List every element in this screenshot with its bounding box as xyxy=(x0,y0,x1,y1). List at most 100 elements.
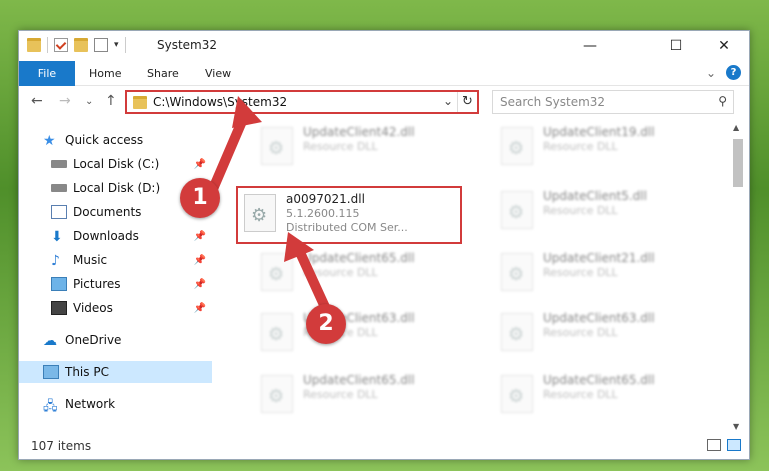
pin-icon[interactable]: 📌 xyxy=(194,255,206,266)
highlighted-file-item[interactable]: a0097021.dll 5.1.2600.115 Distributed CO… xyxy=(236,186,462,244)
list-item[interactable]: UpdateClient63.dll Resource DLL xyxy=(495,309,715,357)
pin-icon[interactable]: 📌 xyxy=(194,303,206,314)
file-name: UpdateClient65.dll xyxy=(303,251,415,265)
network-icon: 🖧 xyxy=(43,399,58,414)
dll-file-icon xyxy=(261,375,293,413)
sidebar-item-local-disk-c[interactable]: Local Disk (C:) 📌 xyxy=(19,153,212,175)
ribbon-controls: ⌄ ? xyxy=(706,65,741,80)
list-item[interactable]: UpdateClient19.dll Resource DLL xyxy=(495,123,715,171)
sidebar-item-label: Downloads xyxy=(73,229,139,243)
new-folder-icon[interactable] xyxy=(74,38,88,52)
list-item[interactable]: a0097021.dll 5.1.2600.115 Distributed CO… xyxy=(238,190,458,238)
up-button[interactable]: ↑ xyxy=(105,93,117,109)
list-item[interactable]: UpdateClient65.dll Resource DLL xyxy=(255,249,475,297)
help-icon[interactable]: ? xyxy=(726,65,741,80)
tab-view[interactable]: View xyxy=(205,61,231,86)
close-button[interactable]: ✕ xyxy=(701,31,747,61)
file-description: Resource DLL xyxy=(303,388,378,401)
sidebar-item-pictures[interactable]: Pictures 📌 xyxy=(19,273,212,295)
tab-file[interactable]: File xyxy=(19,61,75,86)
file-description: Resource DLL xyxy=(543,388,618,401)
sidebar-item-music[interactable]: ♪ Music 📌 xyxy=(19,249,212,271)
search-icon[interactable]: ⚲ xyxy=(718,94,727,108)
expand-ribbon-icon[interactable]: ⌄ xyxy=(706,66,716,80)
sidebar-item-network[interactable]: 🖧 Network xyxy=(19,393,212,415)
dll-file-icon xyxy=(501,127,533,165)
dll-file-icon xyxy=(501,253,533,291)
file-name: UpdateClient65.dll xyxy=(543,373,655,387)
chevron-down-icon[interactable]: ▾ xyxy=(114,40,119,50)
vertical-scrollbar[interactable]: ▲ ▼ xyxy=(731,121,745,433)
item-count: 107 items xyxy=(31,439,92,453)
title-bar: ▾ System32 — ☐ ✕ xyxy=(19,31,749,61)
sidebar-item-label: Music xyxy=(73,253,108,267)
callout-2: 2 xyxy=(306,304,346,344)
pin-icon[interactable]: 📌 xyxy=(194,159,206,170)
view-switcher xyxy=(707,439,741,451)
computer-icon xyxy=(43,365,59,379)
music-icon: ♪ xyxy=(51,253,60,269)
refresh-icon[interactable]: ↻ xyxy=(457,92,477,112)
file-description: Resource DLL xyxy=(543,266,618,279)
properties-icon[interactable] xyxy=(54,38,68,52)
back-button[interactable]: ← xyxy=(31,93,43,109)
explorer-window: ▾ System32 — ☐ ✕ File Home Share View ⌄ … xyxy=(18,30,750,460)
file-name: UpdateClient5.dll xyxy=(543,189,647,203)
list-item[interactable]: UpdateClient5.dll Resource DLL xyxy=(495,187,715,235)
file-description: Resource DLL xyxy=(543,204,618,217)
customize-toolbar-icon[interactable] xyxy=(94,38,108,52)
sidebar-item-videos[interactable]: Videos 📌 xyxy=(19,297,212,319)
navigation-pane: ★ Quick access Local Disk (C:) 📌 Local D… xyxy=(19,121,212,421)
address-bar[interactable]: C:\Windows\System32 ⌄ ↻ xyxy=(125,90,479,114)
dll-file-icon xyxy=(501,313,533,351)
chevron-down-icon[interactable]: ⌄ xyxy=(443,94,453,108)
search-input[interactable]: Search System32 xyxy=(500,95,605,109)
file-name: UpdateClient63.dll xyxy=(543,311,655,325)
file-description: Resource DLL xyxy=(303,266,378,279)
list-item[interactable]: UpdateClient42.dll Resource DLL xyxy=(255,123,475,171)
sidebar-item-onedrive[interactable]: ☁ OneDrive xyxy=(19,329,212,351)
maximize-button[interactable]: ☐ xyxy=(653,31,699,61)
file-description: Resource DLL xyxy=(303,140,378,153)
file-name: UpdateClient65.dll xyxy=(303,373,415,387)
list-item[interactable]: UpdateClient65.dll Resource DLL xyxy=(255,371,475,419)
scroll-thumb[interactable] xyxy=(733,139,743,187)
file-name: a0097021.dll xyxy=(286,192,365,206)
dll-file-icon xyxy=(501,191,533,229)
forward-button[interactable]: → xyxy=(59,93,71,109)
sidebar-item-label: Videos xyxy=(73,301,113,315)
file-name: UpdateClient21.dll xyxy=(543,251,655,265)
pictures-icon xyxy=(51,277,67,291)
divider xyxy=(124,37,126,53)
ribbon-tabs: File Home Share View ⌄ ? xyxy=(19,61,749,86)
address-path[interactable]: C:\Windows\System32 xyxy=(153,95,287,109)
drive-icon xyxy=(51,160,67,168)
sidebar-item-label: Quick access xyxy=(65,133,144,147)
search-box[interactable]: Search System32 ⚲ xyxy=(492,90,734,114)
sidebar-item-this-pc[interactable]: This PC xyxy=(19,361,212,383)
sidebar-item-quick-access[interactable]: ★ Quick access xyxy=(19,129,212,151)
file-description: Distributed COM Ser... xyxy=(286,221,408,234)
sidebar-item-label: Local Disk (C:) xyxy=(73,157,160,171)
tiles-view-icon[interactable] xyxy=(727,439,741,451)
tab-share[interactable]: Share xyxy=(147,61,179,86)
list-item[interactable]: UpdateClient21.dll Resource DLL xyxy=(495,249,715,297)
recent-locations-button[interactable]: ⌄ xyxy=(85,96,93,107)
pin-icon[interactable]: 📌 xyxy=(194,231,206,242)
navigation-bar: ← → ⌄ ↑ C:\Windows\System32 ⌄ ↻ Search S… xyxy=(19,87,749,117)
sidebar-item-label: Pictures xyxy=(73,277,121,291)
tab-home[interactable]: Home xyxy=(89,61,121,86)
window-title: System32 xyxy=(157,38,218,52)
scroll-up-icon[interactable]: ▲ xyxy=(733,123,739,132)
star-icon: ★ xyxy=(43,133,56,149)
file-name: UpdateClient19.dll xyxy=(543,125,655,139)
file-version: 5.1.2600.115 xyxy=(286,207,360,220)
list-item[interactable]: UpdateClient65.dll Resource DLL xyxy=(495,371,715,419)
sidebar-item-downloads[interactable]: ⬇ Downloads 📌 xyxy=(19,225,212,247)
details-view-icon[interactable] xyxy=(707,439,721,451)
list-item[interactable]: UpdateClient63.dll Resource DLL xyxy=(255,309,475,357)
scroll-down-icon[interactable]: ▼ xyxy=(733,422,739,431)
pin-icon[interactable]: 📌 xyxy=(194,279,206,290)
minimize-button[interactable]: — xyxy=(567,31,613,61)
folder-icon[interactable] xyxy=(27,38,41,52)
